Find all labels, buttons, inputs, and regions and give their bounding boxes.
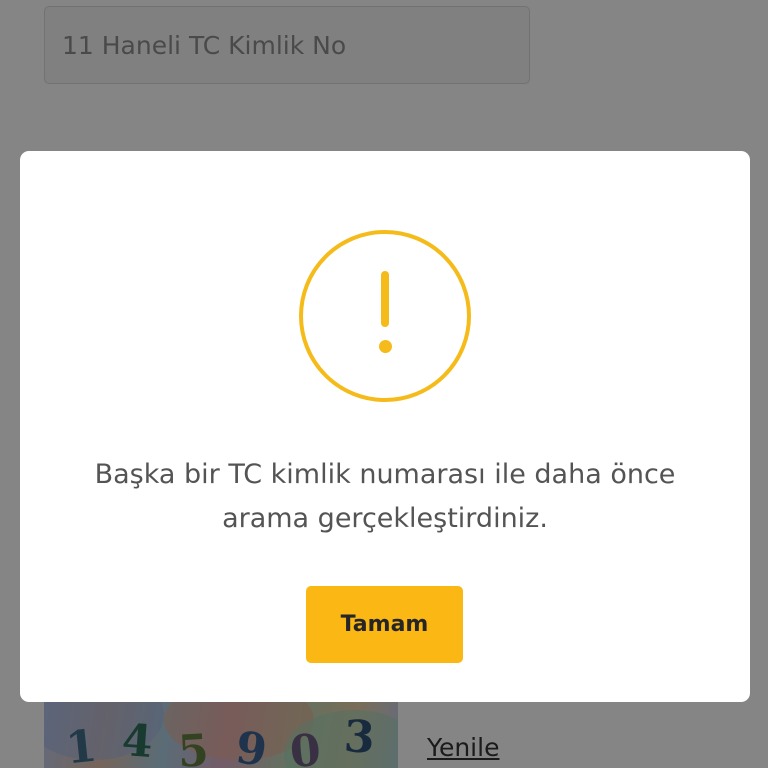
- alert-dialog: Başka bir TC kimlik numarası ile daha ön…: [20, 151, 750, 702]
- exclamation-bar: [381, 271, 389, 327]
- alert-message: Başka bir TC kimlik numarası ile daha ön…: [94, 459, 676, 534]
- ok-button[interactable]: Tamam: [306, 586, 463, 663]
- warning-exclamation-icon: [299, 230, 471, 402]
- exclamation-dot: [378, 340, 392, 353]
